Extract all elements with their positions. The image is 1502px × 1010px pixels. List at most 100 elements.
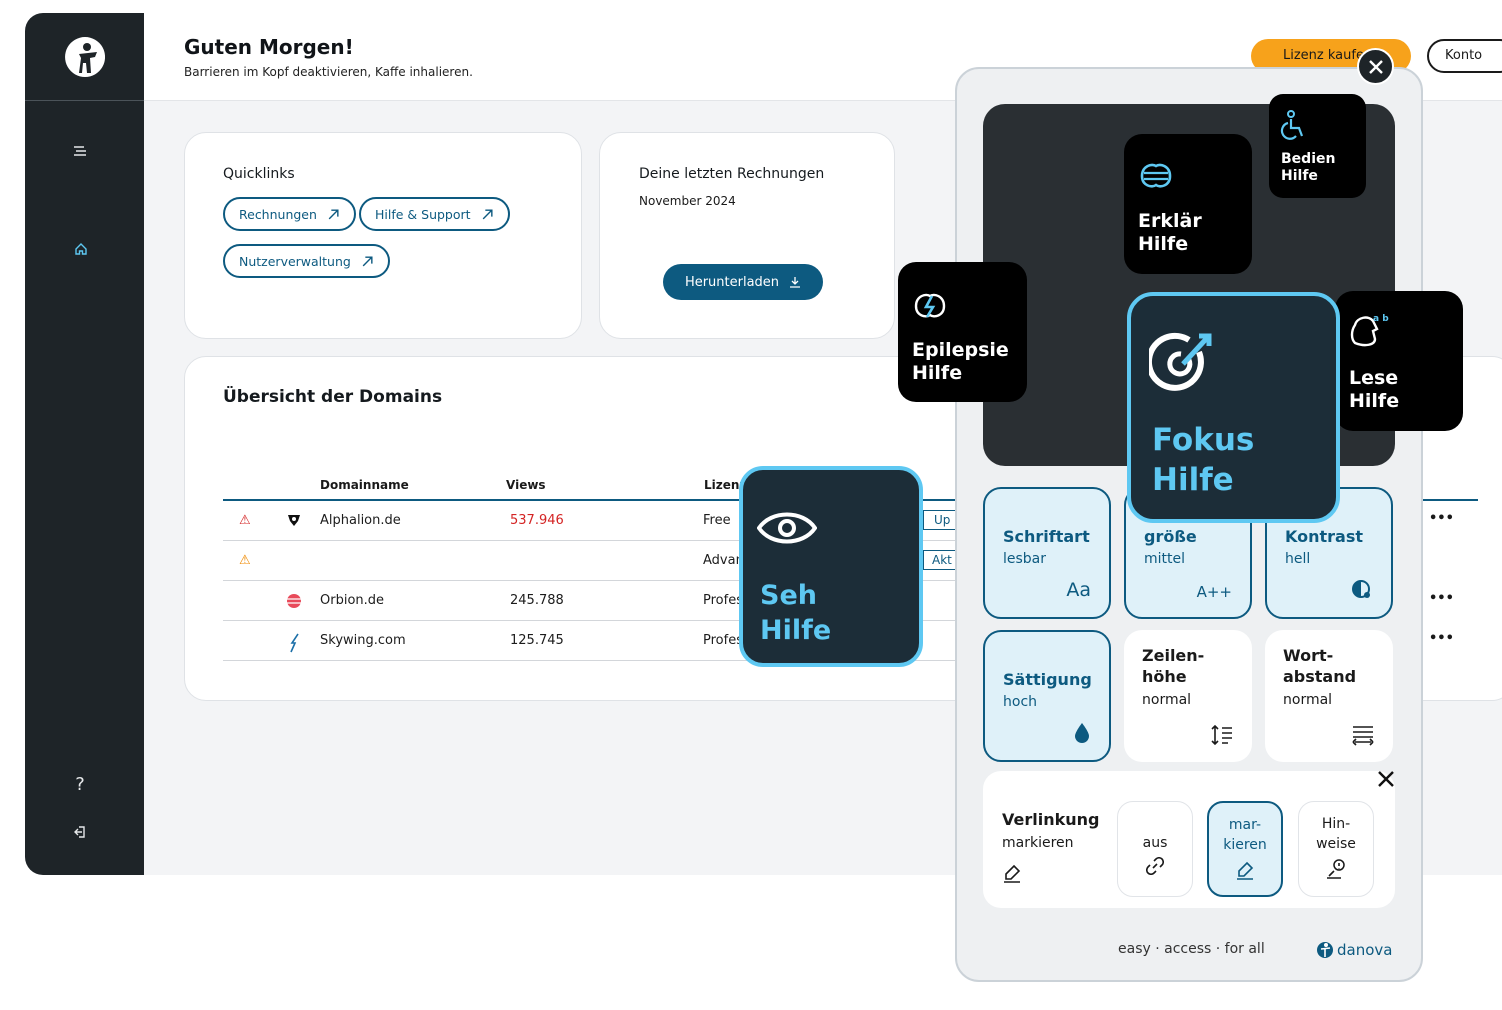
font-family-option[interactable]: Schriftart lesbar Aa <box>983 487 1111 619</box>
word-spacing-icon <box>1352 726 1374 746</box>
account-label: Konto <box>1445 48 1483 63</box>
brand-label: danova <box>1337 941 1393 959</box>
bedien-hilfe-tile[interactable]: Bedien Hilfe <box>1269 94 1366 198</box>
saturation-option[interactable]: Sättigung hoch <box>983 630 1111 762</box>
option-title: Kontrast <box>1285 527 1364 546</box>
sidebar: ? <box>25 13 144 875</box>
alphalion-logo-icon <box>286 513 302 531</box>
links-mark-label: mar- kieren <box>1223 817 1267 854</box>
eye-icon <box>757 512 817 544</box>
tile-label: Epilepsie <box>912 339 1009 361</box>
account-button[interactable]: Konto <box>1427 39 1502 73</box>
invoices-card <box>599 132 895 339</box>
page-subtitle: Barrieren im Kopf deaktivieren, Kaffe in… <box>184 65 473 79</box>
svg-text:a b: a b <box>1373 314 1389 324</box>
danova-brand[interactable]: danova <box>1316 939 1392 961</box>
arrow-up-right-icon <box>362 255 373 266</box>
tile-label: Fokus <box>1152 422 1255 458</box>
menu-icon[interactable] <box>69 140 91 162</box>
orbion-logo-icon <box>286 593 302 613</box>
accessibility-logo-icon <box>64 36 105 77</box>
logout-icon[interactable] <box>69 821 91 843</box>
seh-hilfe-tile[interactable]: Seh Hilfe <box>739 466 923 667</box>
line-height-option[interactable]: Zeilen- höhe normal <box>1124 630 1252 762</box>
invoices-title: Deine letzten Rechnungen <box>639 166 825 182</box>
hilfe-support-link[interactable]: Hilfe & Support <box>359 197 510 231</box>
tile-label: Seh <box>760 580 817 611</box>
warning-red-icon: ⚠ <box>239 513 251 528</box>
row-more-icon[interactable]: ••• <box>1429 591 1454 606</box>
page-title: Guten Morgen! <box>184 35 354 59</box>
rechnungen-link[interactable]: Rechnungen <box>223 197 356 231</box>
link-icon <box>1145 856 1165 876</box>
tile-label: Bedien <box>1281 151 1336 167</box>
hilfe-support-label: Hilfe & Support <box>375 206 471 222</box>
tile-label: Hilfe <box>1349 389 1400 412</box>
download-button[interactable]: Herunterladen <box>663 264 823 300</box>
option-title: Schriftart <box>1003 527 1090 546</box>
links-off-button[interactable]: aus <box>1117 801 1193 897</box>
domain-license: Advan <box>703 553 744 568</box>
tile-label: Hilfe <box>912 361 963 384</box>
link-highlight-panel: Verlinkung markieren aus mar- kieren Hin… <box>983 771 1395 908</box>
brain-icon <box>1140 163 1172 188</box>
option-value: mittel <box>1144 551 1186 567</box>
tile-label: Erklär <box>1138 210 1202 232</box>
domain-name[interactable]: Orbion.de <box>320 593 384 608</box>
epilepsy-brain-icon <box>914 293 946 318</box>
help-icon[interactable]: ? <box>69 773 91 795</box>
links-title: Verlinkung <box>1002 810 1100 829</box>
links-hints-button[interactable]: Hin- weise <box>1298 801 1374 897</box>
download-icon <box>790 277 801 288</box>
option-value: normal <box>1283 692 1333 708</box>
download-label: Herunterladen <box>684 274 780 290</box>
option-title: Zeilen- höhe <box>1142 646 1205 686</box>
domain-name[interactable]: Alphalion.de <box>320 513 401 528</box>
arrow-up-right-icon <box>328 208 339 219</box>
domain-views: 537.946 <box>510 513 564 528</box>
widget-close-button[interactable] <box>1357 48 1394 85</box>
danova-logo-icon <box>1317 942 1333 958</box>
links-reset-close-icon[interactable] <box>1377 770 1395 788</box>
domains-title: Übersicht der Domains <box>223 387 443 407</box>
link-info-icon <box>1327 858 1345 879</box>
option-title: größe <box>1144 527 1197 546</box>
warning-orange-icon: ⚠ <box>239 553 251 568</box>
line-height-icon <box>1211 724 1232 746</box>
links-mark-button[interactable]: mar- kieren <box>1207 801 1283 897</box>
option-value: normal <box>1142 692 1192 708</box>
erklaer-hilfe-tile[interactable]: Erklär Hilfe <box>1124 134 1252 274</box>
drop-icon <box>1075 723 1089 743</box>
link-marker-icon <box>1004 864 1021 883</box>
row-more-icon[interactable]: ••• <box>1429 631 1454 646</box>
contrast-icon <box>1352 580 1370 598</box>
domain-name[interactable]: Skywing.com <box>320 633 406 648</box>
row-more-icon[interactable]: ••• <box>1429 511 1454 526</box>
links-off-label: aus <box>1142 835 1168 851</box>
nutzerverwaltung-link[interactable]: Nutzerverwaltung <box>223 244 390 278</box>
tile-label: Lese <box>1349 367 1399 389</box>
close-icon <box>1368 59 1383 74</box>
quicklinks-title: Quicklinks <box>223 166 295 182</box>
word-spacing-option[interactable]: Wort- abstand normal <box>1265 630 1393 762</box>
domain-license: Profes <box>703 633 743 648</box>
tile-label: Hilfe <box>1138 232 1189 255</box>
epilepsie-hilfe-tile[interactable]: Epilepsie Hilfe <box>898 262 1027 402</box>
links-value: markieren <box>1002 835 1074 851</box>
app-logo[interactable] <box>25 13 144 101</box>
col-views[interactable]: Views <box>506 478 546 492</box>
invoice-month: November 2024 <box>639 194 736 208</box>
reading-head-icon: a b <box>1350 314 1389 347</box>
col-domainname[interactable]: Domainname <box>320 478 409 492</box>
fokus-hilfe-tile[interactable]: Fokus Hilfe <box>1127 292 1340 523</box>
links-hints-label: Hin- weise <box>1316 816 1356 853</box>
lese-hilfe-tile[interactable]: a b Lese Hilfe <box>1335 291 1463 431</box>
home-icon[interactable] <box>70 238 92 260</box>
rechnungen-label: Rechnungen <box>239 206 317 222</box>
arrow-up-right-icon <box>482 208 493 219</box>
option-title: Wort- abstand <box>1283 646 1357 686</box>
tile-label: Hilfe <box>760 615 832 647</box>
domain-license: Free <box>703 513 731 528</box>
option-title: Sättigung <box>1003 670 1092 689</box>
focus-target-icon <box>1149 332 1212 391</box>
